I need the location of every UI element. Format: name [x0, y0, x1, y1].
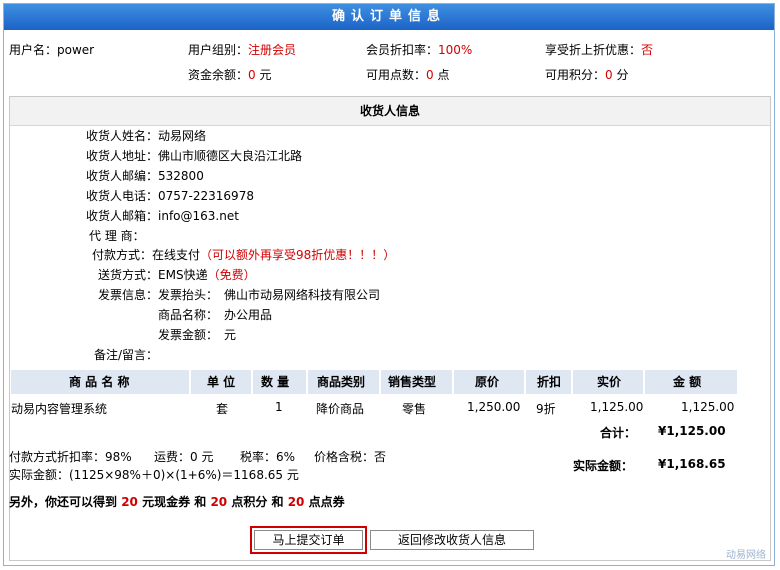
- col-separator: [643, 370, 645, 394]
- col-real-price: 实价: [597, 375, 622, 389]
- remark-label: 备注/留言：: [94, 348, 159, 362]
- row-orig-price: 1,250.00: [467, 400, 521, 414]
- col-category: 商品类别: [317, 375, 366, 389]
- receiver-phone: 收货人电话：0757-22316978: [86, 189, 254, 203]
- invoice-goods-name: 商品名称： 办公用品: [158, 308, 273, 322]
- row-product-name: 动易内容管理系统: [11, 402, 108, 416]
- shipping-method: 送货方式：EMS快递（免费）: [98, 268, 256, 282]
- subtotal-value: ¥1,125.00: [658, 424, 726, 438]
- panel-title: 确认订单信息: [4, 4, 774, 30]
- pay-rate: 付款方式折扣率：98%: [9, 450, 132, 464]
- score-info: 可用积分：0 分: [545, 68, 629, 82]
- col-separator: [524, 370, 526, 394]
- freight: 运费：0 元: [154, 450, 214, 464]
- username-info: 用户名：power: [9, 43, 95, 57]
- receiver-email: 收货人邮箱：info@163.net: [86, 209, 239, 223]
- receiver-name: 收货人姓名：动易网络: [86, 129, 207, 143]
- col-separator: [379, 370, 381, 394]
- payment-method: 付款方式：在线支付（可以额外再享受98折优惠！！！）: [92, 248, 396, 262]
- actual-amount-label: 实际金额：: [573, 459, 634, 473]
- extra-discount-info: 享受折上折优惠：否: [545, 43, 654, 57]
- balance-info: 资金余额：0 元: [188, 68, 272, 82]
- invoice-info: 发票信息：发票抬头： 佛山市动易网络科技有限公司: [98, 288, 381, 302]
- tax-rate: 税率：6%: [240, 450, 296, 464]
- receiver-header: 收货人信息: [10, 97, 770, 126]
- row-real-price: 1,125.00: [590, 400, 644, 414]
- product-table-header: 商 品 名 称 单 位 数 量 商品类别 销售类型 原价 折扣 实价 金 额: [11, 370, 737, 394]
- col-orig-price: 原价: [475, 375, 500, 389]
- tax-included: 价格含税：否: [314, 450, 387, 464]
- user-group-info: 用户组别：注册会员: [188, 43, 297, 57]
- col-sale-type: 销售类型: [388, 375, 437, 389]
- col-separator: [251, 370, 253, 394]
- order-confirm-panel: 确认订单信息 用户名：power 用户组别：注册会员 会员折扣率：100% 享受…: [3, 3, 775, 566]
- subtotal-label: 合计：: [600, 426, 637, 440]
- watermark-logo: 动易网络: [726, 550, 766, 561]
- col-qty: 数 量: [261, 375, 290, 389]
- back-edit-receiver-button[interactable]: 返回修改收货人信息: [370, 530, 534, 550]
- col-separator: [571, 370, 573, 394]
- col-separator: [452, 370, 454, 394]
- row-sale-type: 零售: [402, 402, 427, 416]
- col-discount: 折扣: [537, 375, 562, 389]
- col-unit: 单 位: [207, 375, 236, 389]
- member-discount-info: 会员折扣率：100%: [366, 43, 473, 57]
- col-separator: [306, 370, 308, 394]
- actual-formula: 实际金额：(1125×98%＋0)×(1+6%)＝1168.65 元: [9, 468, 299, 482]
- col-separator: [189, 370, 191, 394]
- col-amount: 金 额: [673, 375, 702, 389]
- receiver-zip: 收货人邮编：532800: [86, 169, 204, 183]
- row-unit: 套: [216, 402, 229, 416]
- invoice-amount: 发票金额：元: [158, 328, 237, 342]
- receiver-address: 收货人地址：佛山市顺德区大良沿江北路: [86, 149, 303, 163]
- row-category: 降价商品: [316, 402, 365, 416]
- bonus-info: 另外，你还可以得到 20 元现金券 和 20 点积分 和 20 点点券: [9, 495, 345, 509]
- agent: 代 理 商：: [89, 229, 145, 243]
- submit-order-button[interactable]: 马上提交订单: [254, 530, 363, 550]
- points-info: 可用点数：0 点: [366, 68, 450, 82]
- col-product-name: 商 品 名 称: [69, 375, 130, 389]
- receiver-section: 收货人信息: [9, 96, 771, 561]
- actual-amount-value: ¥1,168.65: [658, 457, 726, 471]
- row-discount: 9折: [536, 402, 556, 416]
- row-amount: 1,125.00: [681, 400, 735, 414]
- row-qty: 1: [275, 400, 283, 414]
